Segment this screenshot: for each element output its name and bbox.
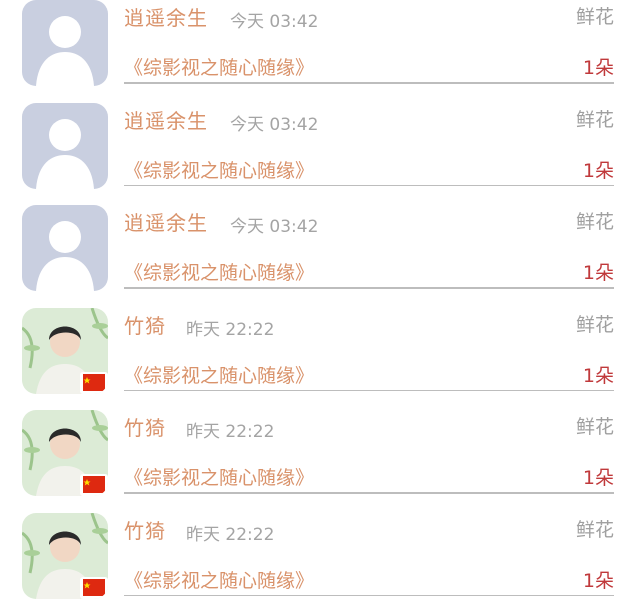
book-title-link[interactable]: 《综影视之随心随缘》	[124, 463, 314, 490]
gift-record-row[interactable]: 竹猗 昨天 22:22 鲜花 《综影视之随心随缘》 1朵	[0, 393, 640, 496]
default-user-avatar-icon[interactable]	[22, 102, 108, 189]
book-title-link[interactable]: 《综影视之随心随缘》	[124, 566, 314, 593]
timestamp: 今天 03:42	[230, 12, 319, 32]
default-user-avatar-icon[interactable]	[22, 0, 108, 86]
photo-avatar-icon[interactable]	[22, 410, 108, 496]
timestamp: 今天 03:42	[230, 114, 319, 135]
gift-record-row[interactable]: 逍遥余生 今天 03:42 鲜花 《综影视之随心随缘》 1朵	[0, 0, 640, 86]
gift-record-list: 逍遥余生 今天 03:42 鲜花 《综影视之随心随缘》 1朵 逍遥余生 今天 0…	[0, 0, 640, 599]
timestamp: 昨天 22:22	[186, 319, 275, 340]
timestamp: 昨天 22:22	[186, 524, 275, 545]
row-divider	[124, 287, 614, 289]
gift-type-label: 鲜花	[575, 108, 614, 131]
book-title-link[interactable]: 《综影视之随心随缘》	[124, 53, 314, 80]
photo-avatar-icon[interactable]	[22, 307, 108, 394]
row-divider	[124, 492, 614, 494]
gift-count: 1朵	[582, 364, 614, 387]
photo-avatar-icon[interactable]	[22, 512, 108, 599]
gift-type-label: 鲜花	[575, 518, 614, 541]
timestamp: 今天 03:42	[230, 217, 319, 237]
gift-count: 1朵	[582, 159, 614, 182]
username[interactable]: 逍遥余生	[124, 105, 208, 134]
username[interactable]: 逍遥余生	[124, 2, 208, 31]
row-divider	[124, 594, 614, 596]
gift-count: 1朵	[582, 569, 614, 592]
book-title-link[interactable]: 《综影视之随心随缘》	[124, 156, 314, 183]
gift-record-row[interactable]: 逍遥余生 今天 03:42 鲜花 《综影视之随心随缘》 1朵	[0, 188, 640, 291]
gift-count: 1朵	[582, 467, 614, 489]
timestamp: 昨天 22:22	[186, 422, 275, 442]
gift-count: 1朵	[582, 262, 614, 284]
row-divider	[124, 389, 614, 391]
book-title-link[interactable]: 《综影视之随心随缘》	[124, 258, 314, 285]
username[interactable]: 竹猗	[124, 515, 166, 544]
gift-record-row[interactable]: 逍遥余生 今天 03:42 鲜花 《综影视之随心随缘》 1朵	[0, 86, 640, 189]
gift-type-label: 鲜花	[575, 6, 614, 28]
gift-record-row[interactable]: 竹猗 昨天 22:22 鲜花 《综影视之随心随缘》 1朵	[0, 291, 640, 394]
gift-type-label: 鲜花	[575, 211, 614, 233]
default-user-avatar-icon[interactable]	[22, 205, 108, 291]
gift-type-label: 鲜花	[575, 313, 614, 336]
username[interactable]: 竹猗	[124, 310, 166, 339]
book-title-link[interactable]: 《综影视之随心随缘》	[124, 361, 314, 388]
row-divider	[124, 82, 614, 84]
username[interactable]: 竹猗	[124, 412, 166, 441]
username[interactable]: 逍遥余生	[124, 207, 208, 236]
gift-record-row[interactable]: 竹猗 昨天 22:22 鲜花 《综影视之随心随缘》 1朵	[0, 496, 640, 599]
gift-count: 1朵	[582, 57, 614, 79]
gift-type-label: 鲜花	[575, 416, 614, 438]
row-divider	[124, 184, 614, 186]
